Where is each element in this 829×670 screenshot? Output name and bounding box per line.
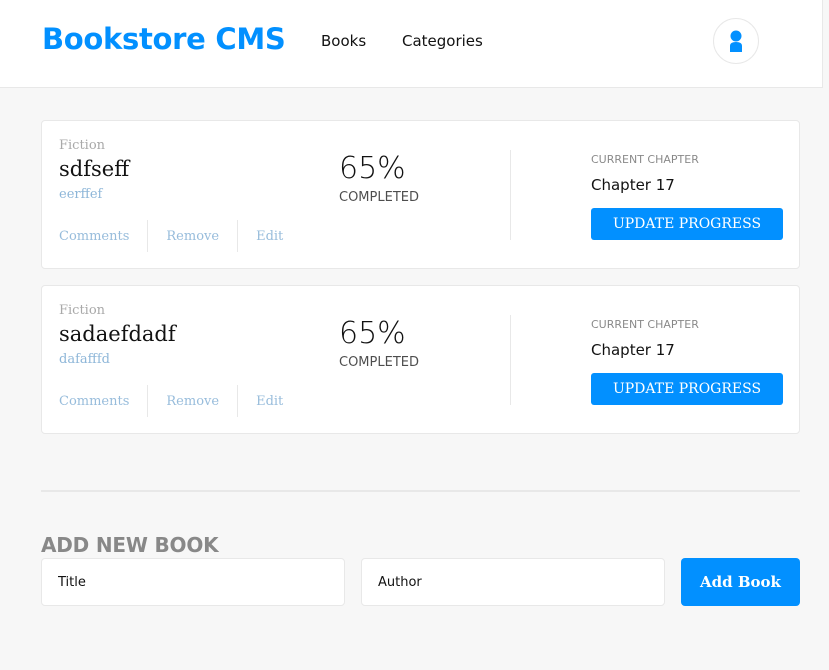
- progress-percent: 65%: [339, 316, 406, 351]
- action-divider: [237, 385, 239, 417]
- progress-percent: 65%: [339, 151, 406, 186]
- book-author: eerffef: [59, 187, 103, 202]
- nav-categories[interactable]: Categories: [402, 32, 483, 50]
- update-progress-button[interactable]: UPDATE PROGRESS: [591, 208, 783, 240]
- current-chapter-label: CURRENT CHAPTER: [591, 153, 699, 166]
- current-chapter-label: CURRENT CHAPTER: [591, 318, 699, 331]
- remove-button[interactable]: Remove: [166, 394, 219, 409]
- remove-button[interactable]: Remove: [166, 229, 219, 244]
- nav-books[interactable]: Books: [321, 32, 366, 50]
- current-chapter-value: Chapter 17: [591, 341, 675, 359]
- user-icon: [730, 30, 742, 52]
- header: Bookstore CMS Books Categories: [0, 0, 823, 88]
- edit-button[interactable]: Edit: [256, 229, 283, 244]
- update-progress-button[interactable]: UPDATE PROGRESS: [591, 373, 783, 405]
- comments-button[interactable]: Comments: [59, 394, 129, 409]
- book-actions: Comments Remove Edit: [59, 220, 283, 252]
- title-input[interactable]: [41, 558, 345, 606]
- completed-label: COMPLETED: [339, 355, 419, 370]
- comments-button[interactable]: Comments: [59, 229, 129, 244]
- edit-button[interactable]: Edit: [256, 394, 283, 409]
- add-book-heading: ADD NEW BOOK: [41, 533, 219, 557]
- card-divider: [510, 150, 511, 240]
- action-divider: [147, 220, 149, 252]
- action-divider: [147, 385, 149, 417]
- book-title: sdfseff: [59, 157, 130, 181]
- action-divider: [237, 220, 239, 252]
- completed-label: COMPLETED: [339, 190, 419, 205]
- user-avatar-button[interactable]: [713, 18, 759, 64]
- book-title: sadaefdadf: [59, 322, 176, 346]
- logo[interactable]: Bookstore CMS: [42, 22, 286, 56]
- book-card: Fiction sdfseff eerffef Comments Remove …: [41, 120, 800, 269]
- add-book-button[interactable]: Add Book: [681, 558, 800, 606]
- card-divider: [510, 315, 511, 405]
- author-input[interactable]: [361, 558, 665, 606]
- book-author: dafafffd: [59, 352, 111, 367]
- book-genre: Fiction: [59, 138, 106, 153]
- section-divider: [41, 490, 800, 492]
- book-card: Fiction sadaefdadf dafafffd Comments Rem…: [41, 285, 800, 434]
- book-actions: Comments Remove Edit: [59, 385, 283, 417]
- book-genre: Fiction: [59, 303, 106, 318]
- current-chapter-value: Chapter 17: [591, 176, 675, 194]
